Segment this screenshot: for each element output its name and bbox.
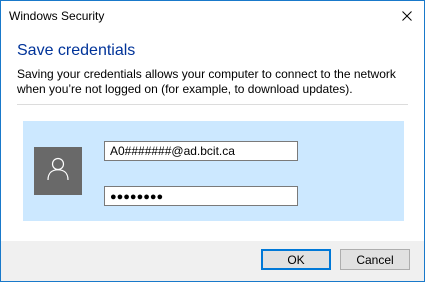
close-button[interactable]	[390, 1, 424, 31]
avatar	[34, 147, 82, 195]
dialog-description: Saving your credentials allows your comp…	[17, 67, 396, 96]
dialog-heading: Save credentials	[17, 42, 136, 59]
window-title: Windows Security	[9, 9, 105, 23]
title-bar: Windows Security	[1, 1, 424, 31]
windows-security-dialog: Windows Security Save credentials Saving…	[0, 0, 425, 282]
username-field[interactable]: A0#######@ad.bcit.ca	[104, 141, 298, 161]
ok-button[interactable]: OK	[261, 249, 331, 270]
divider	[17, 104, 408, 105]
password-field[interactable]: ●●●●●●●●	[104, 186, 298, 206]
user-icon	[47, 157, 69, 186]
password-mask: ●●●●●●●●	[110, 191, 164, 203]
credential-tile: A0#######@ad.bcit.ca ●●●●●●●●	[23, 121, 404, 221]
cancel-button[interactable]: Cancel	[340, 249, 410, 270]
button-bar: OK Cancel	[1, 241, 424, 281]
close-icon	[402, 11, 412, 21]
